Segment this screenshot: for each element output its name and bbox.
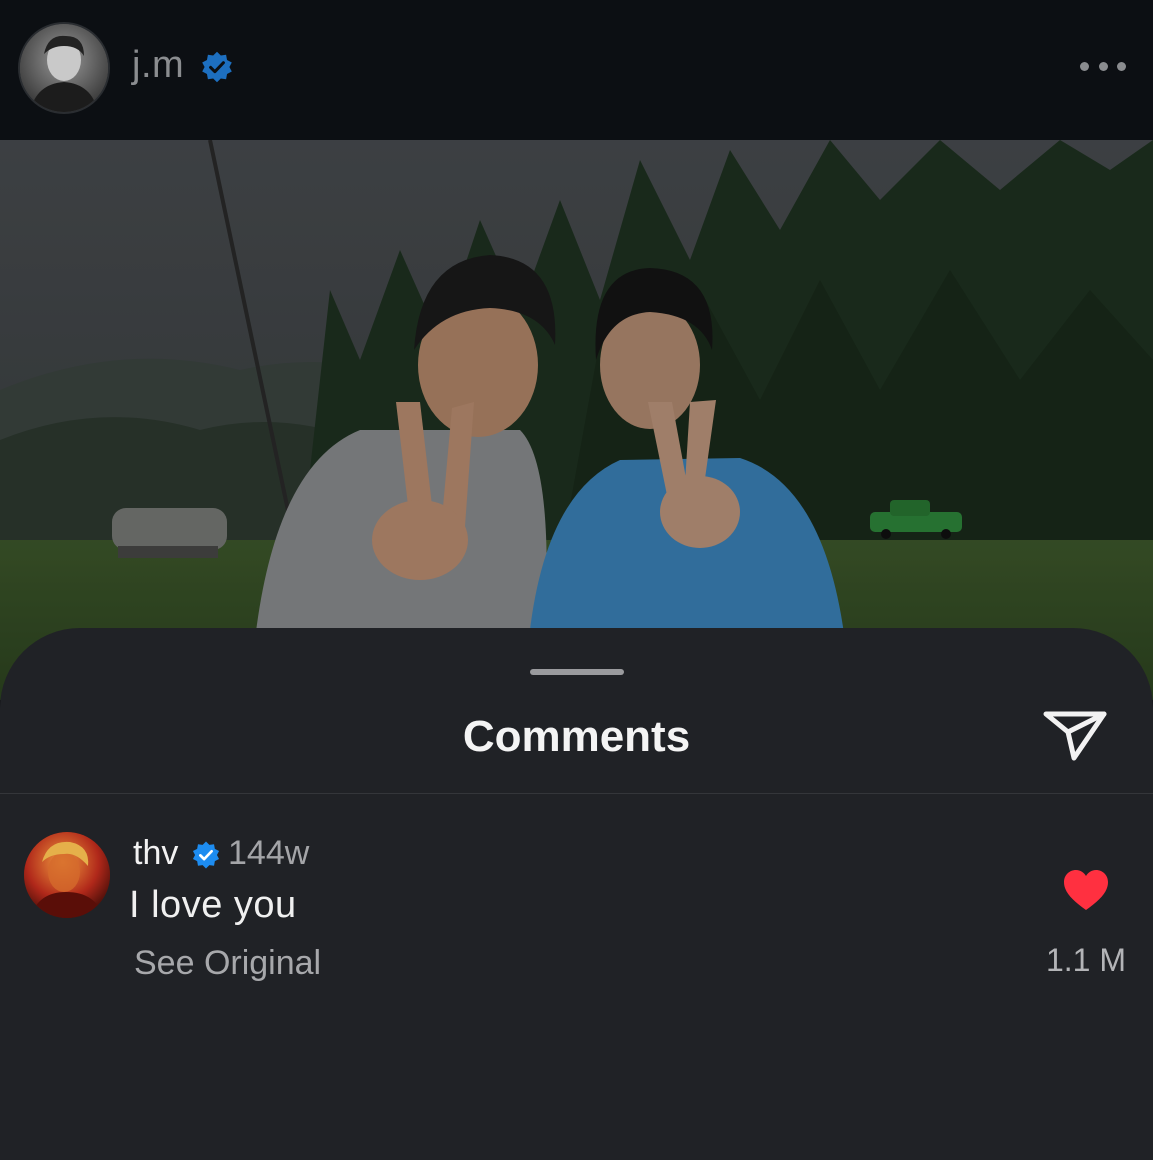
heart-icon[interactable] — [1062, 868, 1110, 912]
post-header: j.m — [0, 0, 1153, 140]
send-icon[interactable] — [1040, 702, 1110, 766]
more-dot — [1117, 61, 1126, 71]
post-author-avatar[interactable] — [20, 24, 108, 112]
comment-item: thv 144w I love you See Original 1.1 M — [0, 794, 1153, 994]
sheet-title: Comments — [462, 712, 691, 761]
verified-badge-icon — [192, 841, 220, 869]
commenter-avatar[interactable] — [24, 832, 110, 918]
post-photo[interactable] — [0, 140, 1153, 700]
sheet-drag-handle[interactable] — [530, 669, 624, 675]
more-options-icon — [1080, 61, 1089, 71]
post-username[interactable]: j.m — [132, 44, 184, 87]
commenter-username[interactable]: thv — [133, 834, 178, 873]
comments-sheet: Comments thv 144w I love you See Origina… — [0, 628, 1153, 1160]
comment-timestamp: 144w — [228, 834, 310, 872]
see-original-link[interactable]: See Original — [134, 944, 321, 983]
like-count: 1.1 M — [1045, 942, 1126, 978]
more-options-button[interactable] — [1076, 48, 1130, 84]
comment-text: I love you — [129, 884, 297, 926]
more-dot — [1098, 61, 1108, 71]
verified-badge-icon — [202, 51, 232, 83]
